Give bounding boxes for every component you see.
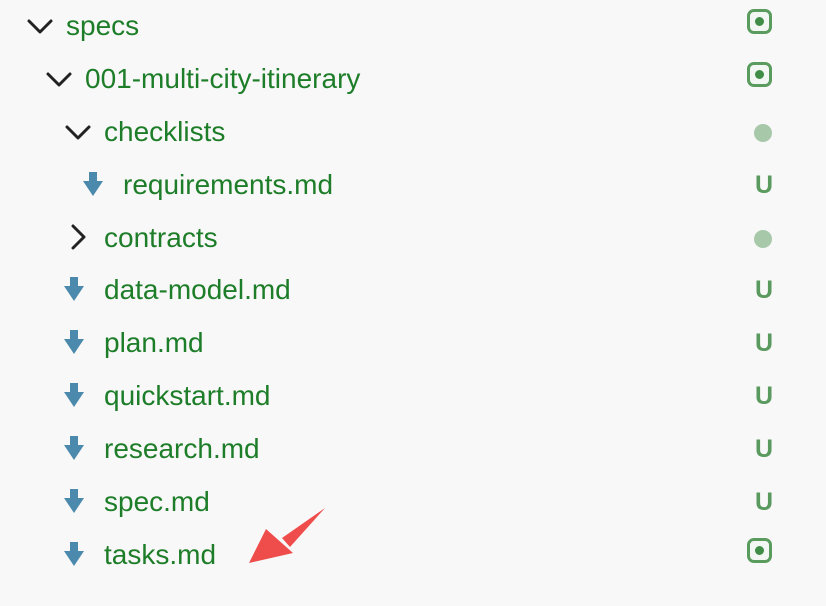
tree-item-research-md[interactable]: research.md U	[0, 423, 826, 476]
tree-item-label: quickstart.md	[104, 380, 271, 411]
modified-folder-indicator	[747, 9, 772, 34]
scroll-fade-overlay	[735, 566, 799, 606]
untracked-folder-dot	[754, 230, 772, 248]
download-arrow-icon	[64, 330, 84, 354]
tree-item-label: checklists	[104, 116, 226, 147]
download-arrow-icon	[64, 277, 84, 301]
modified-folder-indicator	[747, 62, 772, 87]
chevron-down-icon[interactable]	[45, 65, 73, 93]
git-status-untracked: U	[754, 488, 774, 516]
tree-item-plan-md[interactable]: plan.md U	[0, 317, 826, 370]
tree-item-specs[interactable]: specs	[0, 0, 826, 53]
tree-item-label: specs	[66, 10, 140, 41]
tree-item-label: data-model.md	[104, 274, 291, 305]
chevron-down-icon[interactable]	[26, 12, 54, 40]
git-status-untracked: U	[754, 276, 774, 304]
tree-item-label: contracts	[104, 222, 218, 253]
tree-item-checklists[interactable]: checklists	[0, 106, 826, 159]
tree-item-quickstart-md[interactable]: quickstart.md U	[0, 370, 826, 423]
tree-item-label: tasks.md	[104, 539, 217, 570]
annotation-arrow-icon	[249, 508, 325, 563]
tree-item-label: plan.md	[104, 327, 204, 358]
tree-item-label: requirements.md	[123, 169, 334, 200]
tree-item-data-model-md[interactable]: data-model.md U	[0, 264, 826, 317]
tree-item-label: spec.md	[104, 486, 210, 517]
download-arrow-icon	[64, 542, 84, 566]
tree-item-contracts[interactable]: contracts	[0, 212, 826, 265]
git-status-untracked: U	[754, 435, 774, 463]
download-arrow-icon	[64, 436, 84, 460]
chevron-right-icon[interactable]	[64, 223, 92, 251]
git-status-untracked: U	[754, 382, 774, 410]
file-explorer-tree: specs 001-multi-city-itinerary checklist…	[0, 0, 826, 606]
tree-item-label: 001-multi-city-itinerary	[85, 63, 361, 94]
git-status-untracked: U	[754, 329, 774, 357]
tree-item-tasks-md[interactable]: tasks.md	[0, 529, 826, 582]
tree-item-spec-md[interactable]: spec.md U	[0, 476, 826, 529]
download-arrow-icon	[83, 172, 103, 196]
download-arrow-icon	[64, 383, 84, 407]
tree-item-requirements-md[interactable]: requirements.md U	[0, 159, 826, 212]
chevron-down-icon[interactable]	[64, 118, 92, 146]
modified-file-indicator	[747, 538, 772, 563]
tree-item-label: research.md	[104, 433, 260, 464]
untracked-folder-dot	[754, 124, 772, 142]
tree-item-001-multi-city-itinerary[interactable]: 001-multi-city-itinerary	[0, 53, 826, 106]
git-status-untracked: U	[754, 171, 774, 199]
download-arrow-icon	[64, 489, 84, 513]
